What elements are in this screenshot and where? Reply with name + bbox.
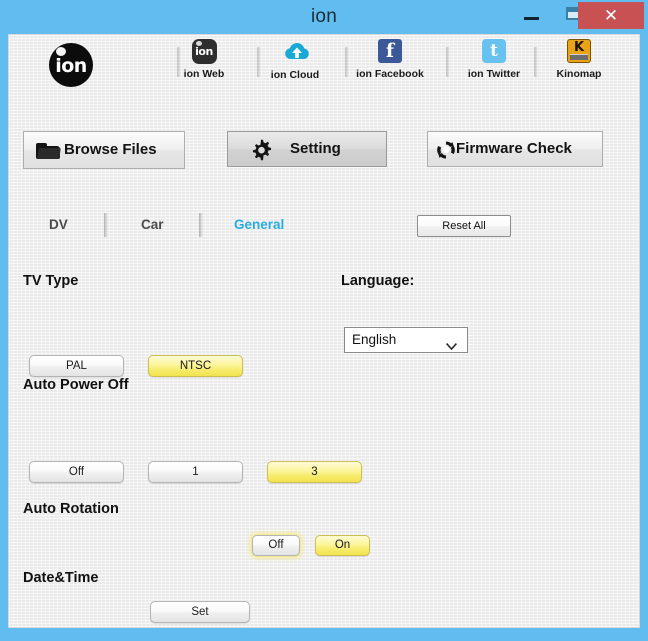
- date-time-set-button[interactable]: Set: [150, 601, 250, 623]
- language-select[interactable]: English: [344, 327, 468, 353]
- auto-power-off-option-3[interactable]: 3: [267, 461, 362, 483]
- tab-bar: DV Car General: [9, 213, 639, 243]
- chevron-down-icon: [446, 337, 457, 351]
- ion-web-icon-text: ion: [195, 45, 213, 58]
- tv-type-option-pal[interactable]: PAL: [29, 355, 124, 377]
- brand-label-ion-web: ion Web: [183, 68, 225, 80]
- brand-label-ion-facebook: ion Facebook: [356, 68, 424, 80]
- tab-separator: [199, 213, 203, 237]
- tv-type-option-ntsc[interactable]: NTSC: [148, 355, 243, 377]
- brand-item-ion-web[interactable]: ion ion Web: [161, 39, 247, 93]
- auto-power-off-option-1[interactable]: 1: [148, 461, 243, 483]
- brand-item-kinomap[interactable]: K Kinomap: [536, 39, 622, 93]
- browse-files-label: Browse Files: [64, 141, 157, 158]
- twitter-icon: t: [481, 39, 507, 65]
- brand-label-kinomap: Kinomap: [556, 68, 602, 80]
- tv-type-label: TV Type: [23, 273, 79, 289]
- twitter-icon-text: t: [490, 41, 498, 61]
- brand-label-ion-cloud: ion Cloud: [270, 69, 320, 81]
- firmware-check-button[interactable]: Firmware Check: [427, 131, 603, 167]
- close-button[interactable]: ✕: [578, 2, 644, 29]
- ion-web-icon: ion: [191, 39, 217, 65]
- date-time-label: Date&Time: [23, 570, 99, 586]
- tab-dv[interactable]: DV: [49, 217, 68, 232]
- ion-logo-text: ion: [55, 55, 87, 77]
- window-title: ion: [311, 6, 337, 27]
- auto-rotation-option-off[interactable]: Off: [252, 535, 300, 556]
- brand-item-ion-twitter[interactable]: t ion Twitter: [451, 39, 537, 93]
- auto-power-off-option-off[interactable]: Off: [29, 461, 124, 483]
- firmware-check-label: Firmware Check: [456, 140, 572, 157]
- language-select-value: English: [352, 332, 397, 347]
- brand-separator: [446, 47, 450, 77]
- tab-car[interactable]: Car: [141, 217, 164, 232]
- cloud-upload-icon: [282, 40, 309, 66]
- browse-files-button[interactable]: Browse Files: [23, 131, 185, 169]
- brand-label-ion-twitter: ion Twitter: [467, 68, 521, 80]
- facebook-icon: f: [377, 39, 403, 65]
- brand-header: ion ion ion Web ion Cloud f ion Facebook…: [9, 35, 639, 98]
- gear-icon: [250, 139, 272, 161]
- kinomap-icon: K: [566, 39, 592, 65]
- ion-logo-icon: ion: [49, 43, 93, 87]
- setting-button[interactable]: Setting: [227, 131, 387, 167]
- auto-power-off-label: Auto Power Off: [23, 377, 129, 393]
- reset-all-button[interactable]: Reset All: [417, 215, 511, 237]
- brand-item-ion-facebook[interactable]: f ion Facebook: [347, 39, 433, 93]
- minimize-button[interactable]: [512, 0, 550, 28]
- client-area: ion ion ion Web ion Cloud f ion Facebook…: [8, 34, 640, 628]
- tab-separator: [104, 213, 108, 237]
- brand-item-ion-cloud[interactable]: ion Cloud: [252, 39, 338, 93]
- auto-rotation-label: Auto Rotation: [23, 501, 119, 517]
- folder-icon: [36, 143, 61, 159]
- language-label: Language:: [341, 273, 415, 289]
- setting-label: Setting: [290, 140, 341, 157]
- application-window: ion ✕ ion ion ion Web ion Cloud f ion Fa…: [0, 0, 648, 641]
- title-bar: ion ✕: [0, 0, 648, 36]
- facebook-icon-text: f: [385, 40, 395, 62]
- tab-general[interactable]: General: [234, 217, 284, 232]
- auto-rotation-option-on[interactable]: On: [315, 535, 370, 556]
- refresh-icon: [436, 140, 456, 160]
